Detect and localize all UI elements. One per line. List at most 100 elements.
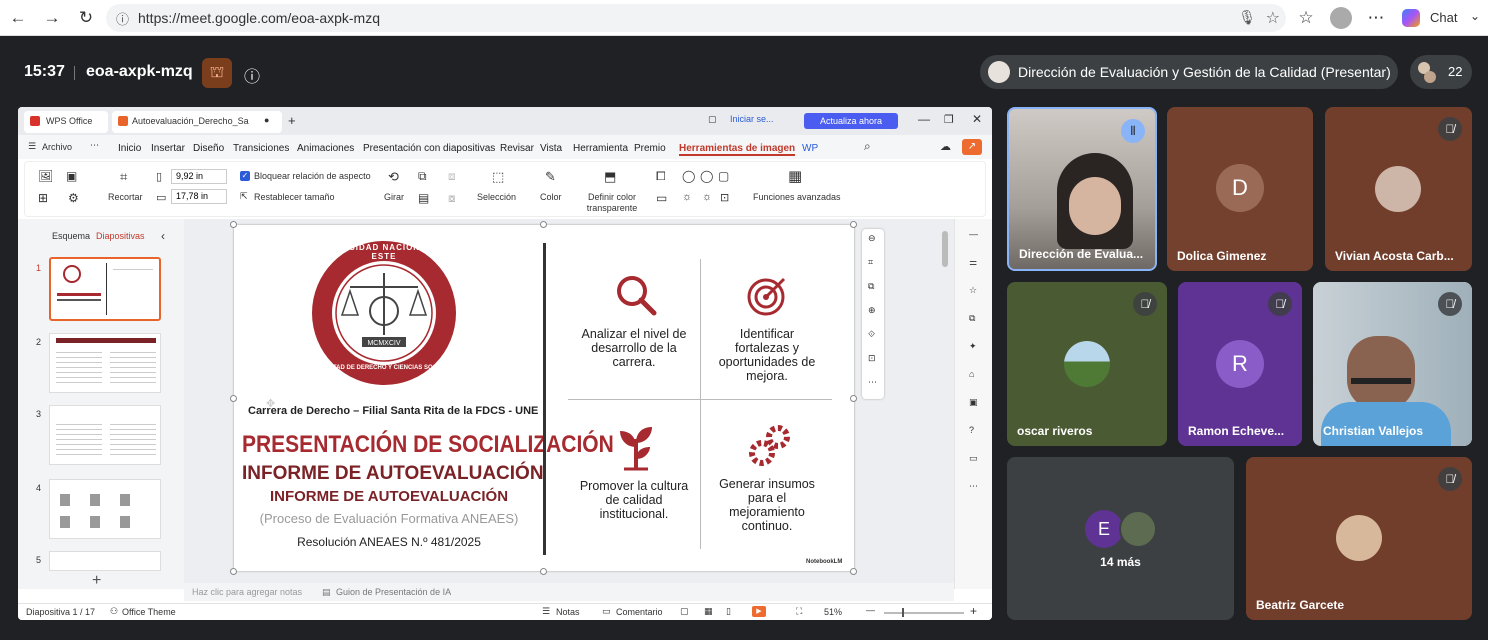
slide-thumbnail[interactable] [49, 333, 161, 393]
rotate-button[interactable]: Girar [384, 192, 404, 202]
resize-handle[interactable] [230, 221, 237, 228]
mic-icon[interactable]: 🎙 [1238, 9, 1256, 26]
slide-thumbnail[interactable] [49, 551, 161, 571]
more-icon[interactable]: ⋯ [868, 377, 877, 388]
back-icon[interactable]: ← [8, 8, 28, 28]
tab-wp[interactable]: WP [802, 143, 818, 154]
group-icon[interactable]: ▤ [418, 191, 429, 205]
cloud-icon[interactable]: ☁ [940, 140, 951, 153]
crop-icon[interactable]: ⌗ [868, 257, 873, 268]
shirt-icon[interactable]: ⌂ [969, 369, 974, 379]
bookmark-star-icon[interactable]: ☆ [1266, 8, 1280, 28]
crop-button[interactable]: Recortar [108, 192, 143, 202]
effects-icon[interactable]: ⧠ [656, 169, 666, 184]
crop-icon[interactable]: ⌗ [120, 169, 127, 185]
zoom-in-icon[interactable]: + [970, 604, 977, 618]
tab-animaciones[interactable]: Animaciones [297, 143, 354, 154]
more-icon[interactable]: ⋯ [969, 481, 978, 492]
advanced-functions-button[interactable]: Funciones avanzadas [753, 192, 841, 202]
transparent-color-icon[interactable]: ⬒ [604, 169, 616, 185]
tab-premio[interactable]: Premio [634, 143, 666, 154]
tab-vista[interactable]: Vista [540, 143, 562, 154]
resize-handle[interactable] [540, 221, 547, 228]
profile-avatar[interactable] [1330, 7, 1352, 29]
reset-size-icon[interactable]: ⇱ [240, 191, 248, 202]
minimize-icon[interactable]: — [918, 112, 930, 126]
reset-size-button[interactable]: Restablecer tamaño [254, 192, 335, 202]
notes-toggle[interactable]: Notas [556, 607, 580, 617]
settings-icon[interactable]: ⚙ [68, 191, 79, 205]
play-slideshow-icon[interactable]: ▶ [752, 606, 766, 617]
fit-window-icon[interactable]: ⛶ [796, 606, 802, 617]
zoom-level[interactable]: 51% [824, 607, 842, 617]
meeting-info-icon[interactable]: ⓘ [244, 63, 260, 87]
compress-icon[interactable]: ⊞ [38, 191, 48, 205]
image-edit-icon[interactable]: ▣ [969, 397, 978, 408]
chevron-down-icon[interactable]: ⌄ [1470, 9, 1480, 23]
window-icon[interactable]: ▢ [708, 114, 717, 125]
contrast-icon[interactable]: ☼ [702, 191, 712, 203]
chat-label[interactable]: Chat [1430, 10, 1457, 25]
tab-insertar[interactable]: Insertar [151, 143, 185, 154]
frame-icon[interactable]: ▢ [718, 169, 729, 183]
participant-tile[interactable]: 🎙̸ oscar riveros [1007, 282, 1167, 446]
zoom-in-icon[interactable]: ⊕ [868, 305, 876, 316]
comment-toggle[interactable]: Comentario [616, 607, 663, 617]
ai-icon[interactable]: ⟐ [868, 329, 875, 340]
companion-mode-icon[interactable]: ⛫ [202, 58, 232, 88]
document-tab[interactable]: Autoevaluación_Derecho_Sa ● [112, 111, 282, 133]
height-input[interactable]: 17,78 in [171, 189, 227, 204]
tab-presentacion[interactable]: Presentación con diapositivas [363, 143, 495, 154]
tab-herramienta[interactable]: Herramienta [573, 143, 628, 154]
tab-herramientas-imagen[interactable]: Herramientas de imagen [679, 143, 796, 156]
layers-icon[interactable]: ⧉ [969, 313, 975, 324]
reset-picture-icon[interactable]: ⊡ [720, 191, 729, 204]
participant-tile[interactable]: 🎙̸ Christian Vallejos [1313, 282, 1472, 446]
change-picture-icon[interactable]: 🖼 [38, 169, 53, 183]
close-window-icon[interactable]: ✕ [972, 112, 982, 126]
slide-sorter-icon[interactable]: ▦ [704, 606, 713, 617]
wps-office-tab[interactable]: WPS Office [24, 111, 108, 133]
slide-thumbnail[interactable] [49, 405, 161, 465]
ai-script-button[interactable]: Guion de Presentación de IA [336, 587, 451, 597]
participant-tile[interactable]: R 🎙̸ Ramon Echeve... [1178, 282, 1302, 446]
collapse-panel-icon[interactable]: ‹ [161, 229, 165, 243]
lock-ratio-checkbox[interactable]: ✓ [240, 171, 250, 181]
selection-button[interactable]: Selección [477, 192, 516, 202]
resize-handle[interactable] [850, 395, 857, 402]
tab-transiciones[interactable]: Transiciones [233, 143, 289, 154]
participant-tile[interactable]: 🎙̸ Beatriz Garcete [1246, 457, 1472, 620]
tab-inicio[interactable]: Inicio [118, 143, 141, 154]
tab-slides[interactable]: Diapositivas [96, 231, 145, 241]
rotate-icon[interactable]: ⟲ [388, 169, 399, 185]
slide-thumbnail[interactable] [49, 479, 161, 539]
comment-icon[interactable]: ▭ [969, 453, 978, 464]
copilot-icon[interactable] [1402, 9, 1420, 27]
border-icon[interactable]: ▭ [656, 191, 667, 205]
main-slide[interactable]: MCMXCIV UNIVERSIDAD NACIONAL DEL ESTE FA… [234, 225, 854, 571]
zoom-slider-thumb[interactable] [902, 608, 904, 617]
normal-view-icon[interactable]: ▢ [680, 606, 689, 617]
resize-handle[interactable] [540, 568, 547, 575]
address-bar[interactable]: ⓘ https://meet.google.com/eoa-axpk-mzq 🎙… [106, 4, 1286, 32]
zoom-slider[interactable] [884, 612, 964, 614]
close-tab-icon[interactable]: ● [264, 115, 269, 125]
resize-handle[interactable] [230, 568, 237, 575]
share-icon[interactable]: ↗ [962, 139, 982, 155]
resize-handle[interactable] [230, 395, 237, 402]
width-input[interactable]: 9,92 in [171, 169, 227, 184]
align-icon[interactable]: ⧉ [418, 169, 427, 184]
picture-icon[interactable]: ⊡ [868, 353, 876, 364]
favorites-icon[interactable]: ☆ [1296, 8, 1316, 28]
more-icon[interactable]: ⋯ [90, 140, 99, 151]
participant-tile-presenter[interactable]: ⦀ Dirección de Evalua... [1007, 107, 1157, 271]
circle-tool-icon[interactable]: ◯ [700, 169, 713, 183]
add-slide-icon[interactable]: + [92, 572, 101, 590]
ai-script-icon[interactable]: ▤ [322, 587, 331, 598]
resize-handle[interactable] [850, 221, 857, 228]
brightness-icon[interactable]: ☼ [682, 191, 692, 203]
forward-icon[interactable]: → [42, 8, 62, 28]
help-icon[interactable]: ? [969, 425, 974, 435]
more-menu-icon[interactable]: ⋯ [1366, 8, 1386, 28]
star-icon[interactable]: ☆ [969, 285, 977, 296]
